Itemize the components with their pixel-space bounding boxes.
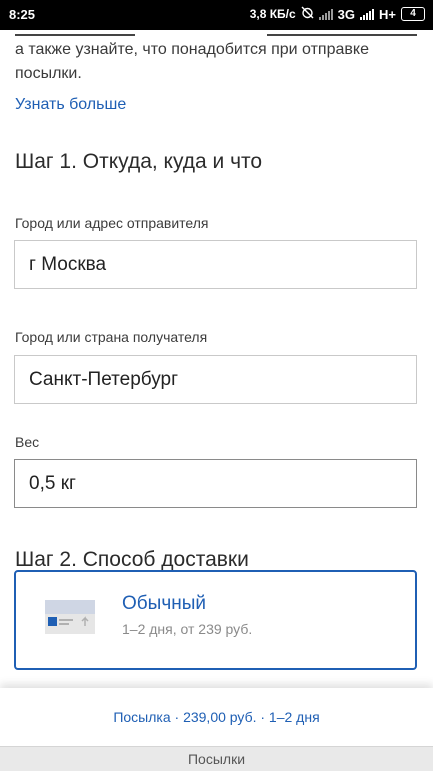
parcel-box-icon: [45, 594, 95, 634]
network-speed: 3,8 КБ/с: [249, 7, 296, 21]
sender-label: Город или адрес отправителя: [15, 215, 209, 231]
signal-icon-sim1: [318, 8, 333, 20]
network-type-3g: 3G: [337, 6, 356, 22]
signal-icon-sim2: [360, 8, 375, 20]
summary-text: Посылка · 239,00 руб. · 1–2 дня: [113, 709, 320, 725]
network-type-hplus: H+: [379, 6, 396, 22]
intro-line-1: [15, 24, 420, 38]
intro-text: а также узнайте, что понадобится при отп…: [15, 34, 420, 86]
intro-line-3: посылки.: [15, 65, 82, 82]
weight-field[interactable]: 0,5 кг: [14, 459, 417, 508]
status-indicators: 3,8 КБ/с 3G H+ 4: [250, 6, 425, 22]
battery-icon: 4: [401, 7, 425, 21]
step1-title: Шаг 1. Откуда, куда и что: [15, 150, 263, 173]
weight-label: Вес: [15, 434, 40, 450]
sender-field[interactable]: г Москва: [14, 240, 417, 289]
bottom-tab-parcels[interactable]: Посылки: [0, 746, 433, 771]
delivery-option-title: Обычный: [122, 593, 206, 614]
recipient-label: Город или страна получателя: [15, 329, 208, 345]
status-time: 8:25: [9, 7, 36, 22]
summary-bar[interactable]: Посылка · 239,00 руб. · 1–2 дня: [0, 688, 433, 746]
learn-more-link[interactable]: Узнать больше: [15, 96, 126, 114]
alarm-off-icon: [301, 6, 314, 22]
delivery-option-standard[interactable]: Обычный 1–2 дня, от 239 руб.: [14, 570, 417, 670]
delivery-option-subtitle: 1–2 дня, от 239 руб.: [122, 621, 253, 637]
intro-line-2: а также узнайте, что понадобится при отп…: [15, 41, 369, 58]
step2-title: Шаг 2. Способ доставки: [15, 548, 249, 571]
recipient-field[interactable]: Санкт-Петербург: [14, 355, 417, 404]
